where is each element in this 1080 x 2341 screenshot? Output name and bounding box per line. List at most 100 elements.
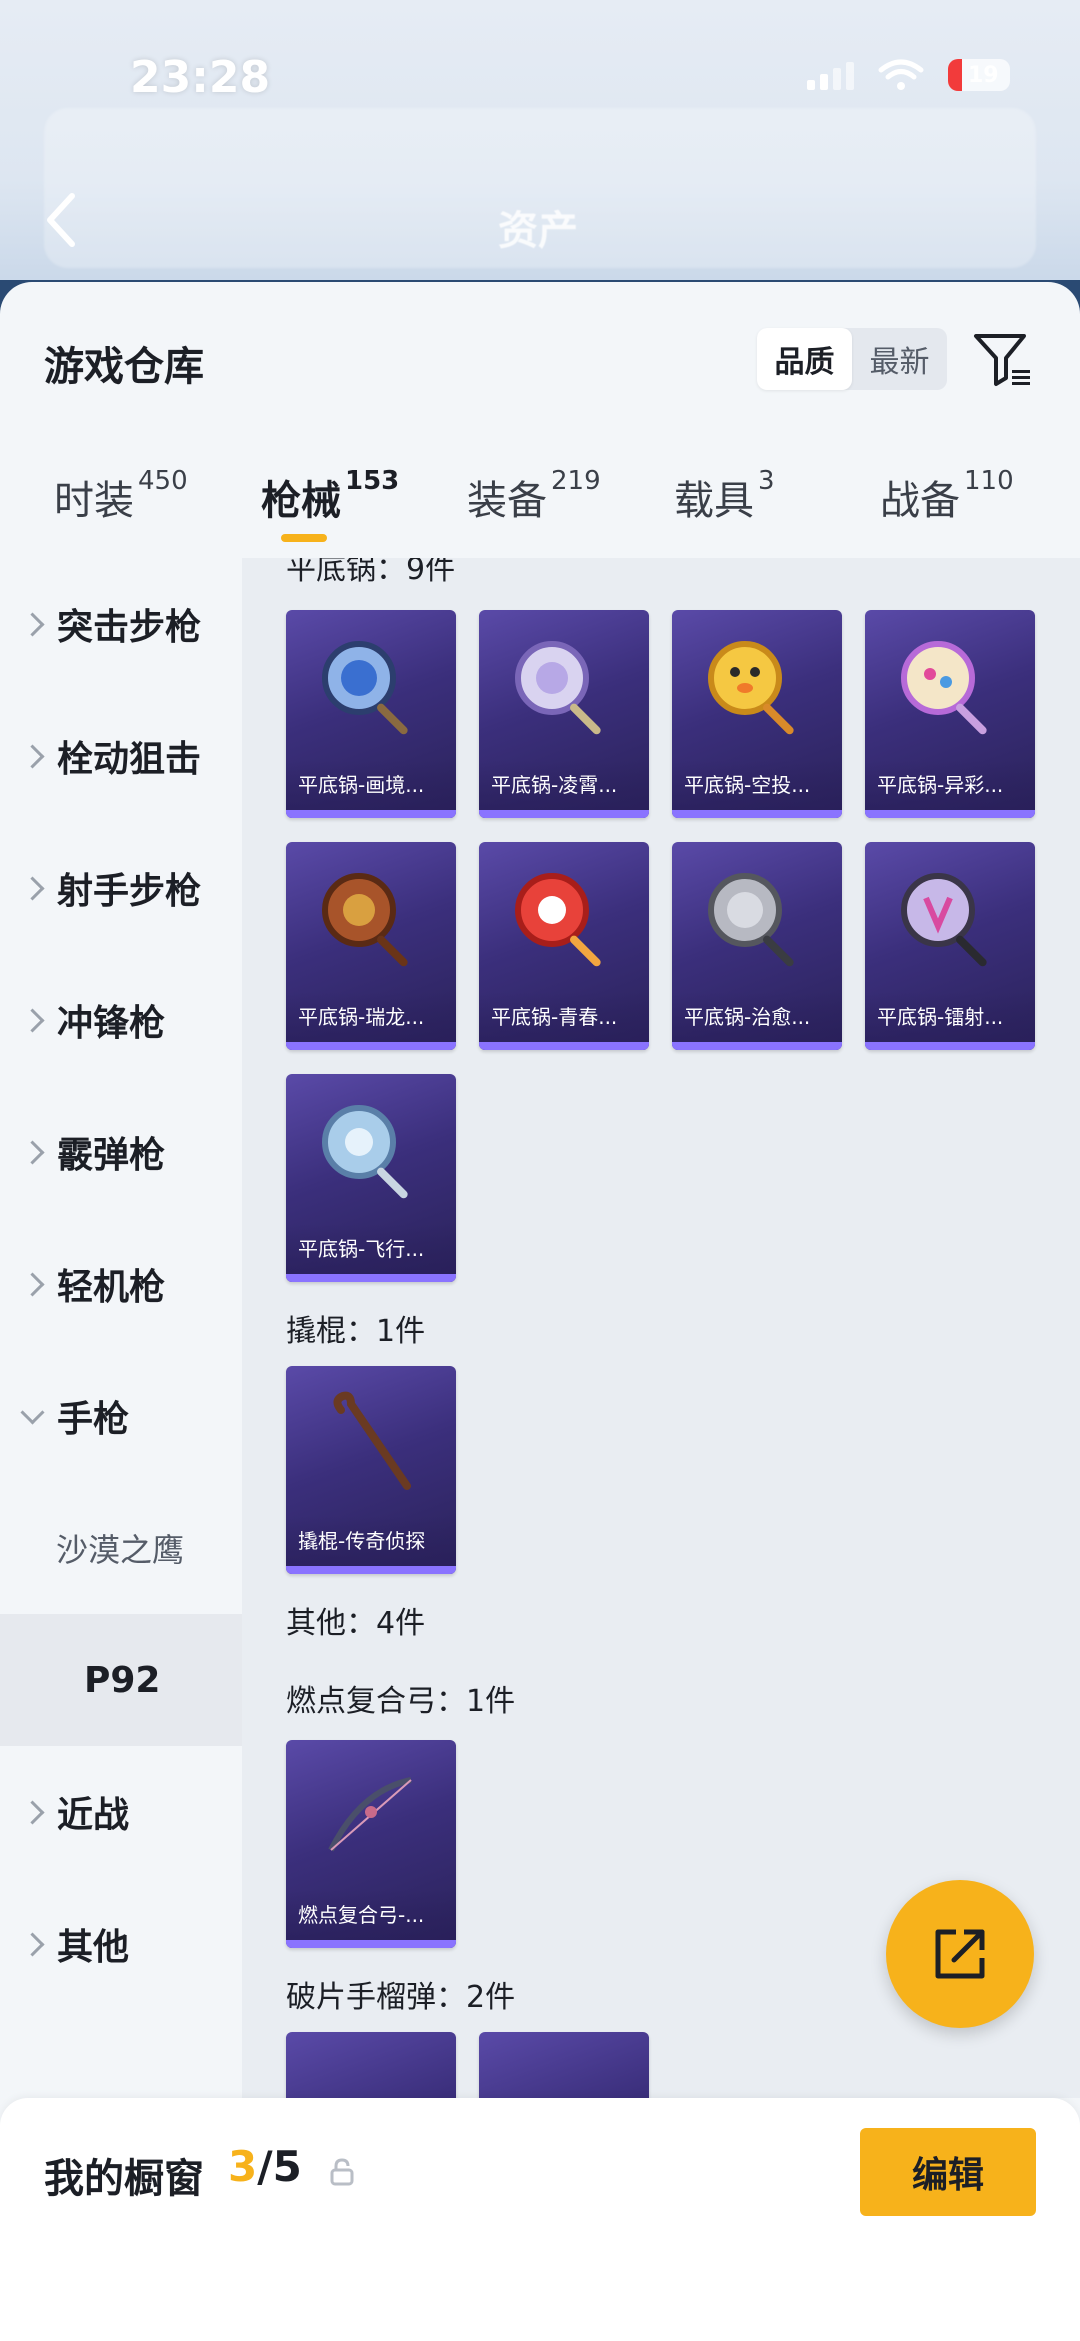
showcase-count: 3/5	[228, 2142, 302, 2191]
tab-weapons[interactable]: 枪械 153	[261, 466, 399, 526]
nav-label: 轻机枪	[57, 1267, 166, 1308]
chevron-right-icon	[20, 1271, 45, 1297]
chevron-down-icon	[20, 1399, 45, 1425]
tab-label: 枪械	[261, 478, 341, 524]
showcase-count-current: 3	[228, 2142, 258, 2191]
chevron-right-icon	[20, 875, 45, 901]
tab-vehicles[interactable]: 载具 3	[674, 466, 775, 526]
status-icons: 19	[807, 58, 1010, 92]
item-name: 平底锅-镭射...	[865, 992, 1035, 1042]
nav-shotgun[interactable]: 霰弹枪	[0, 1086, 242, 1218]
nav-sub-desert-eagle[interactable]: 沙漠之鹰	[0, 1482, 242, 1614]
nav-label: 霰弹枪	[57, 1135, 166, 1176]
tab-gear[interactable]: 战备 110	[880, 466, 1014, 526]
item-card[interactable]: 撬棍-传奇侦探	[286, 1366, 456, 1574]
chevron-right-icon	[20, 1931, 45, 1957]
back-arrow-icon[interactable]	[42, 190, 78, 250]
crowbar-icon	[333, 1391, 411, 1490]
item-name: 平底锅-瑞龙...	[286, 992, 456, 1042]
tab-count: 3	[758, 466, 775, 496]
pan-icon	[901, 641, 987, 735]
item-card[interactable]: 平底锅-凌霄...	[479, 610, 649, 818]
tab-count: 110	[964, 466, 1014, 496]
showcase-title: 我的橱窗	[44, 2156, 204, 2202]
nav-label: 近战	[57, 1795, 130, 1836]
tab-label: 时装	[54, 478, 134, 524]
group-label: 撬棍：1件	[286, 1314, 426, 1349]
weapon-category-nav: 突击步枪 栓动狙击 射手步枪 冲锋枪 霰弹枪 轻机枪 手枪 沙漠之鹰 P92 近…	[0, 558, 242, 2098]
nav-sub-p92[interactable]: P92	[0, 1614, 242, 1746]
group-label: 平底锅：9件	[286, 558, 456, 587]
nav-other[interactable]: 其他	[0, 1878, 242, 2010]
pan-icon	[708, 641, 794, 735]
chevron-right-icon	[20, 1007, 45, 1033]
nav-label: 手枪	[57, 1399, 130, 1440]
sort-quality-button[interactable]: 品质	[757, 328, 852, 390]
share-fab[interactable]	[886, 1880, 1034, 2028]
battery-level: 19	[968, 62, 999, 88]
item-name: 平底锅-画境...	[286, 760, 456, 810]
nav-pistol[interactable]: 手枪	[0, 1350, 242, 1482]
filter-icon[interactable]	[972, 330, 1032, 390]
item-card[interactable]	[286, 2032, 456, 2098]
item-name: 撬棍-传奇侦探	[286, 1516, 456, 1566]
nav-label: 突击步枪	[57, 607, 202, 648]
item-card[interactable]: 平底锅-异彩...	[865, 610, 1035, 818]
showcase-count-total: /5	[257, 2142, 302, 2191]
item-card[interactable]: 平底锅-飞行...	[286, 1074, 456, 1282]
nav-label: 冲锋枪	[57, 1003, 166, 1044]
item-card[interactable]: 平底锅-空投...	[672, 610, 842, 818]
item-card[interactable]	[479, 2032, 649, 2098]
bow-icon	[328, 1777, 412, 1852]
lock-icon	[330, 2158, 354, 2186]
tab-equipment[interactable]: 装备 219	[467, 466, 601, 526]
nav-bolt-sniper[interactable]: 栓动狙击	[0, 690, 242, 822]
group-label: 其他：4件	[286, 1606, 426, 1641]
share-icon	[935, 1929, 985, 1979]
pan-icon	[322, 873, 408, 967]
item-name: 平底锅-空投...	[672, 760, 842, 810]
item-card[interactable]: 燃点复合弓-...	[286, 1740, 456, 1948]
pan-icon	[515, 641, 601, 735]
item-card[interactable]: 平底锅-镭射...	[865, 842, 1035, 1050]
pan-icon	[708, 873, 794, 967]
pan-icon	[901, 873, 987, 967]
item-name: 平底锅-飞行...	[286, 1224, 456, 1274]
tab-label: 装备	[467, 478, 547, 524]
chevron-right-icon	[20, 743, 45, 769]
nav-smg[interactable]: 冲锋枪	[0, 954, 242, 1086]
nav-label: 射手步枪	[57, 871, 202, 912]
edit-button[interactable]: 编辑	[860, 2128, 1036, 2216]
nav-sub-label: 沙漠之鹰	[56, 1531, 185, 1569]
tab-count: 450	[138, 466, 188, 496]
asset-title: 资产	[498, 208, 578, 254]
signal-icon	[807, 60, 854, 90]
nav-marksman-rifle[interactable]: 射手步枪	[0, 822, 242, 954]
item-card[interactable]: 平底锅-画境...	[286, 610, 456, 818]
tab-count: 219	[551, 466, 601, 496]
group-label: 燃点复合弓：1件	[286, 1684, 516, 1719]
item-name: 平底锅-异彩...	[865, 760, 1035, 810]
item-name: 平底锅-凌霄...	[479, 760, 649, 810]
tab-fashion[interactable]: 时装 450	[54, 466, 188, 526]
nav-melee[interactable]: 近战	[0, 1746, 242, 1878]
item-card[interactable]: 平底锅-治愈...	[672, 842, 842, 1050]
chevron-right-icon	[20, 1139, 45, 1165]
item-card[interactable]: 平底锅-青春...	[479, 842, 649, 1050]
sort-newest-button[interactable]: 最新	[852, 328, 947, 390]
nav-label: 其他	[57, 1927, 130, 1968]
wifi-icon	[878, 59, 924, 90]
item-name: 燃点复合弓-...	[286, 1890, 456, 1940]
nav-lmg[interactable]: 轻机枪	[0, 1218, 242, 1350]
item-card[interactable]: 平底锅-瑞龙...	[286, 842, 456, 1050]
pan-icon	[515, 873, 601, 967]
pan-icon	[322, 641, 408, 735]
chevron-right-icon	[20, 611, 45, 637]
item-grid: 平底锅：9件 平底锅-画境... 平底锅-凌霄... 平底锅-空投... 平底锅…	[242, 558, 1080, 2098]
battery-icon: 19	[948, 59, 1010, 91]
item-name: 平底锅-治愈...	[672, 992, 842, 1042]
nav-assault-rifle[interactable]: 突击步枪	[0, 558, 242, 690]
active-tab-indicator	[281, 534, 327, 542]
group-label: 破片手榴弹：2件	[286, 1980, 516, 2015]
chevron-right-icon	[20, 1799, 45, 1825]
